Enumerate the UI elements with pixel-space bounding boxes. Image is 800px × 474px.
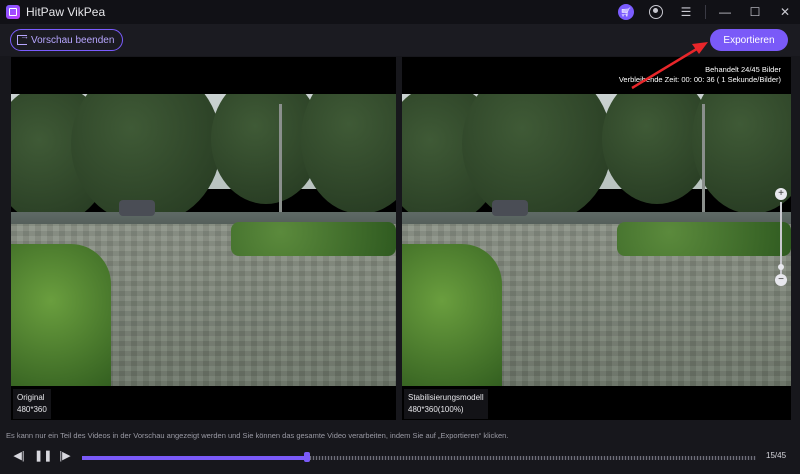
annotation-arrow-icon: [631, 42, 708, 90]
